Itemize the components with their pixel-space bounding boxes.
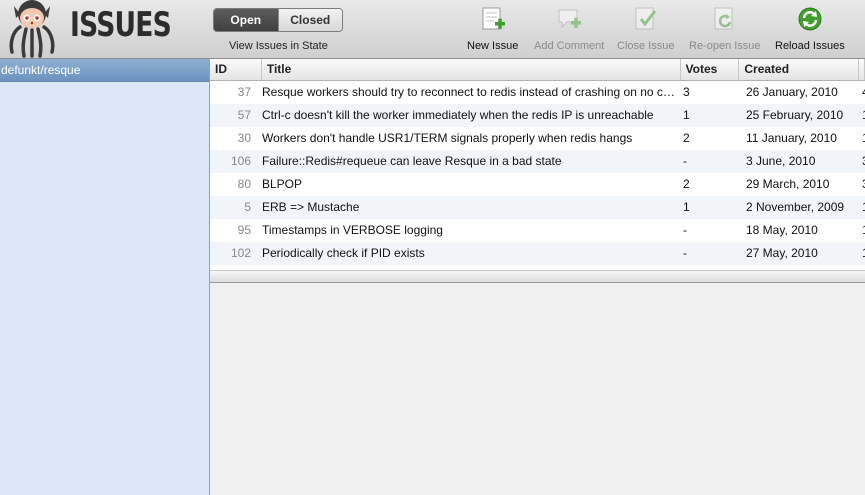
table-row[interactable]: 95 Timestamps in VERBOSE logging - 18 Ma…: [210, 219, 865, 242]
issue-votes: 3: [683, 85, 690, 99]
issue-votes: -: [683, 246, 687, 260]
state-open-option[interactable]: Open: [214, 9, 278, 31]
issue-created: 26 January, 2010: [746, 85, 838, 99]
state-closed-option[interactable]: Closed: [277, 9, 342, 31]
issue-id: 102: [230, 246, 251, 260]
issue-created: 27 May, 2010: [746, 246, 818, 260]
issue-extra: 3: [861, 173, 865, 196]
issue-created: 29 March, 2010: [746, 177, 830, 191]
issue-id: 95: [237, 223, 251, 237]
reopen-issue-label: Re-open Issue: [689, 40, 761, 52]
issue-id: 37: [237, 85, 251, 99]
issue-extra: 1: [861, 104, 865, 127]
issue-created: 3 June, 2010: [746, 154, 816, 168]
issue-title: Periodically check if PID exists: [262, 246, 425, 260]
issue-id: 80: [237, 177, 251, 191]
column-header-title[interactable]: Title: [262, 59, 681, 80]
close-issue-label: Close Issue: [617, 40, 675, 52]
column-header-created[interactable]: Created: [739, 59, 859, 80]
issue-created: 18 May, 2010: [746, 223, 818, 237]
table-row[interactable]: 102 Periodically check if PID exists - 2…: [210, 242, 865, 265]
add-comment-icon: [558, 9, 582, 29]
issue-created: 11 January, 2010: [746, 131, 837, 145]
issue-id: 5: [244, 200, 251, 214]
issue-votes: -: [683, 154, 687, 168]
issues-table: ID Title Votes Created 37 Resque workers…: [210, 59, 865, 270]
issue-votes: 2: [683, 177, 690, 191]
column-header-extra[interactable]: [859, 59, 865, 80]
state-filter-caption: View Issues in State: [229, 40, 328, 52]
reload-issues-label: Reload Issues: [775, 40, 845, 52]
table-header: ID Title Votes Created: [210, 59, 865, 81]
issue-extra: 1: [861, 196, 865, 219]
issue-id: 57: [237, 108, 251, 122]
column-header-votes[interactable]: Votes: [681, 59, 740, 80]
issue-votes: 1: [683, 108, 690, 122]
new-issue-button[interactable]: New Issue: [467, 6, 518, 52]
table-row[interactable]: 37 Resque workers should try to reconnec…: [210, 81, 865, 104]
new-issue-icon: [482, 7, 505, 30]
reopen-issue-button[interactable]: Re-open Issue: [689, 6, 761, 52]
table-row[interactable]: 80 BLPOP 2 29 March, 2010 3: [210, 173, 865, 196]
issue-detail-pane: [210, 283, 865, 495]
table-row[interactable]: 30 Workers don't handle USR1/TERM signal…: [210, 127, 865, 150]
issue-votes: 1: [683, 200, 690, 214]
toolbar: ISSUES Open Closed View Issues in State …: [0, 0, 865, 59]
issue-title: Ctrl-c doesn't kill the worker immediate…: [262, 108, 654, 122]
issue-votes: 2: [683, 131, 690, 145]
issue-title: Workers don't handle USR1/TERM signals p…: [262, 131, 633, 145]
issue-extra: 1: [861, 219, 865, 242]
state-segmented-control[interactable]: Open Closed: [213, 8, 343, 32]
issue-id: 106: [230, 154, 251, 168]
close-issue-icon: [635, 7, 656, 30]
reopen-issue-icon: [714, 7, 733, 30]
app-title: ISSUES: [70, 5, 172, 45]
issue-created: 2 November, 2009: [746, 200, 845, 214]
reload-icon: [798, 7, 822, 31]
reload-issues-button[interactable]: Reload Issues: [775, 6, 845, 52]
issue-extra: 1: [861, 242, 865, 265]
issue-extra: 1: [861, 127, 865, 150]
issue-title: ERB => Mustache: [262, 200, 360, 214]
issue-extra: 3: [861, 150, 865, 173]
sidebar-item-defunkt-resque[interactable]: defunkt/resque: [0, 59, 209, 82]
issue-title: Failure::Redis#requeue can leave Resque …: [262, 154, 562, 168]
issue-created: 25 February, 2010: [746, 108, 844, 122]
octocat-logo-icon: [9, 0, 55, 58]
repository-sidebar: defunkt/resque: [0, 59, 210, 495]
issue-title: Resque workers should try to reconnect t…: [262, 85, 682, 99]
add-comment-label: Add Comment: [534, 40, 605, 52]
close-issue-button[interactable]: Close Issue: [617, 6, 674, 52]
table-row[interactable]: 5 ERB => Mustache 1 2 November, 2009 1: [210, 196, 865, 219]
table-row[interactable]: 106 Failure::Redis#requeue can leave Res…: [210, 150, 865, 173]
table-body: 37 Resque workers should try to reconnec…: [210, 81, 865, 265]
new-issue-label: New Issue: [467, 40, 519, 52]
issue-votes: -: [683, 223, 687, 237]
pane-splitter[interactable]: [210, 270, 865, 283]
column-header-id[interactable]: ID: [210, 59, 262, 80]
add-comment-button[interactable]: Add Comment: [534, 6, 604, 52]
table-row[interactable]: 57 Ctrl-c doesn't kill the worker immedi…: [210, 104, 865, 127]
issue-title: BLPOP: [262, 177, 303, 191]
issue-extra: 4: [861, 81, 865, 104]
issue-id: 30: [237, 131, 251, 145]
issue-title: Timestamps in VERBOSE logging: [262, 223, 443, 237]
